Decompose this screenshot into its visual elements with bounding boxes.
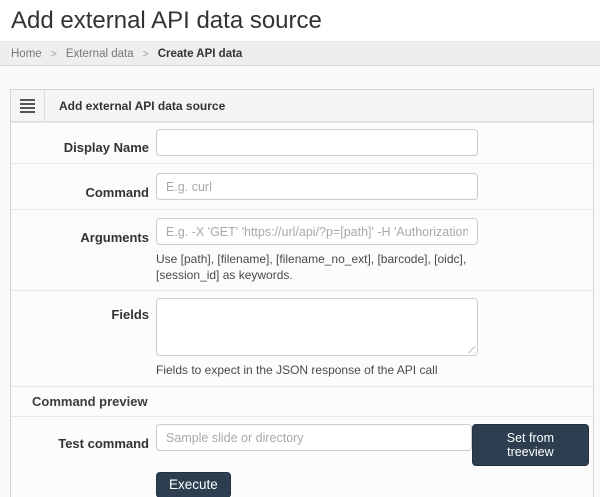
breadcrumb-current-page: Create API data [158, 48, 243, 60]
fields-textarea[interactable] [156, 298, 478, 356]
test-command-row: Test command Set from treeview Execute [11, 416, 593, 497]
add-api-data-source-panel: Add external API data source Display Nam… [10, 89, 594, 497]
execute-button[interactable]: Execute [156, 472, 231, 497]
arguments-row: Arguments Use [path], [filename], [filen… [11, 209, 593, 290]
arguments-help-text: Use [path], [filename], [filename_no_ext… [156, 251, 486, 283]
set-from-treeview-button[interactable]: Set from treeview [472, 424, 589, 466]
page-header: Add external API data source [0, 0, 600, 41]
display-name-row: Display Name [11, 122, 593, 163]
panel-title: Add external API data source [45, 90, 225, 121]
display-name-label: Display Name [11, 129, 149, 156]
fields-row: Fields Fields to expect in the JSON resp… [11, 290, 593, 386]
command-preview-row: Command preview [11, 386, 593, 416]
fields-label: Fields [11, 298, 149, 378]
display-name-input[interactable] [156, 129, 478, 156]
breadcrumb-external-data-link[interactable]: External data [66, 48, 134, 60]
page-title: Add external API data source [11, 7, 590, 35]
test-command-label: Test command [11, 424, 149, 497]
breadcrumb-home-link[interactable]: Home [11, 48, 42, 60]
command-preview-label: Command preview [32, 394, 148, 409]
command-row: Command [11, 163, 593, 209]
arguments-label: Arguments [11, 218, 149, 283]
panel-menu-button[interactable] [11, 90, 45, 121]
arguments-input[interactable] [156, 218, 478, 245]
panel-header: Add external API data source [11, 90, 593, 122]
breadcrumb-separator-icon: > [51, 48, 57, 60]
breadcrumb-separator-icon: > [143, 48, 149, 60]
fields-help-text: Fields to expect in the JSON response of… [156, 362, 486, 378]
command-label: Command [11, 173, 149, 200]
test-command-input[interactable] [156, 424, 472, 451]
breadcrumb: Home > External data > Create API data [0, 41, 600, 66]
hamburger-menu-icon [20, 99, 35, 113]
command-input[interactable] [156, 173, 478, 200]
